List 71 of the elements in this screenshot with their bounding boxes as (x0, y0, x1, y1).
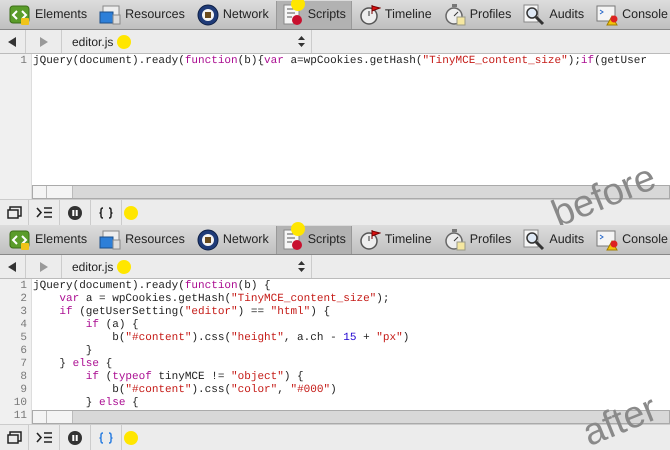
code-line: b("#content").css("height", a.ch - 15 + "px") (111, 332, 410, 345)
terminal-warning-icon (596, 228, 618, 250)
toolbar-tab[interactable]: Resources (94, 226, 190, 254)
forward-icon (39, 36, 48, 46)
toolbar-tab[interactable]: Profiles (438, 0, 516, 28)
code-line: if (a) { (84, 319, 140, 332)
line-number: 2 (20, 293, 27, 306)
tag-icon (9, 4, 31, 26)
marker-dot (290, 222, 305, 236)
stopwatch-flag-icon (358, 4, 381, 26)
toolbar-tab[interactable]: Network (192, 226, 274, 254)
line-number: 11 (14, 410, 27, 423)
toolbar-tab[interactable]: Console (591, 0, 670, 28)
globe-icon (196, 4, 219, 26)
back-icon (8, 36, 17, 46)
caption-label: after (578, 389, 662, 450)
toolbar-tab[interactable]: Profiles (438, 226, 516, 254)
toolbar-tab[interactable]: Timeline (354, 226, 437, 254)
dock-icon (6, 431, 22, 444)
back-icon (8, 262, 17, 272)
line-number: 6 (20, 345, 27, 358)
toolbar-tab[interactable]: Resources (94, 0, 190, 28)
line-number: 3 (20, 306, 27, 319)
magnifier-icon (523, 228, 546, 250)
terminal-warning-icon (596, 4, 618, 26)
code-line: } else { (58, 358, 114, 371)
stopwatch-flag-icon (358, 228, 381, 250)
braces-icon (98, 432, 114, 444)
window-icon (99, 4, 122, 26)
code-line: b("#content").css("color", "#000") (111, 384, 338, 397)
line-number: 8 (20, 371, 27, 384)
code-line: } (84, 345, 94, 358)
line-number: 1 (20, 280, 27, 293)
code-line: jQuery(document).ready(function(b){var a=wpCookies.getHash("TinyMCE_content_size");if(getUser (33, 55, 648, 68)
tag-icon (9, 228, 31, 250)
prompt-lines-icon (36, 432, 52, 443)
forward-icon (39, 262, 48, 272)
updown-icon (298, 36, 305, 47)
line-number: 4 (20, 319, 27, 332)
stopwatch-icon (444, 228, 466, 250)
toolbar-tab[interactable]: Timeline (354, 0, 437, 28)
line-number: 9 (20, 384, 27, 397)
magnifier-icon (523, 4, 546, 26)
dock-icon (6, 206, 22, 219)
globe-icon (196, 228, 219, 250)
braces-icon (98, 206, 114, 218)
code-line: if (getUserSetting("editor") == "html") { (58, 306, 332, 319)
line-number: 10 (14, 397, 27, 410)
marker-dot (124, 430, 138, 444)
marker-dot (124, 206, 138, 220)
prompt-lines-icon (36, 207, 52, 218)
toolbar-tab[interactable]: Scripts (276, 0, 352, 28)
toolbar-tab[interactable]: Elements (4, 226, 92, 254)
line-number: 5 (20, 332, 27, 345)
code-line: if (typeof tinyMCE != "object") { (84, 371, 305, 384)
marker-dot (117, 34, 132, 48)
toolbar-tab[interactable]: Elements (4, 0, 92, 28)
line-number: 1 (20, 55, 27, 68)
toolbar-tab[interactable]: Audits (518, 0, 590, 28)
pause-icon (68, 430, 82, 444)
toolbar-tab[interactable]: Network (192, 0, 274, 28)
line-number: 7 (20, 358, 27, 371)
file-select[interactable]: editor.js (62, 30, 312, 53)
file-select[interactable]: editor.js (62, 255, 312, 278)
code-line: jQuery(document).ready(function(b) { (33, 280, 272, 293)
code-line: var a = wpCookies.getHash("TinyMCE_content_size"); (58, 293, 390, 306)
window-icon (99, 228, 122, 250)
marker-dot (117, 260, 132, 274)
updown-icon (298, 261, 305, 272)
stopwatch-icon (444, 4, 466, 26)
pause-icon (68, 206, 82, 220)
